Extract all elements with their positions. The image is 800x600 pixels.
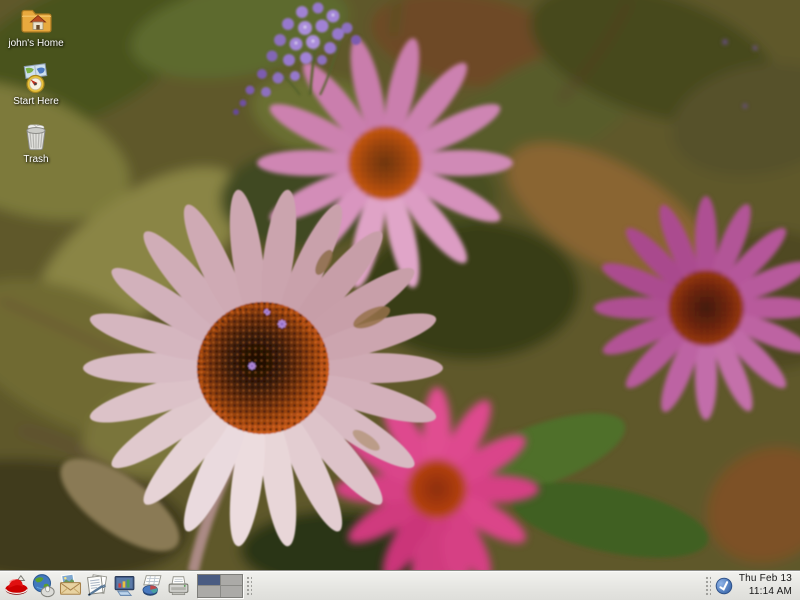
clock[interactable]: Thu Feb 13 11:14 AM — [739, 573, 797, 598]
workspace-4[interactable] — [221, 586, 243, 597]
printer-icon — [166, 573, 191, 598]
update-notifier-button[interactable] — [713, 575, 735, 597]
trash-icon — [19, 120, 53, 152]
home-folder-icon — [19, 4, 53, 36]
workspace-3[interactable] — [198, 586, 220, 597]
word-processor-launcher[interactable] — [84, 572, 111, 600]
red-hat-menu-icon — [4, 573, 29, 598]
print-manager-launcher[interactable] — [165, 572, 192, 600]
web-browser-icon — [31, 573, 56, 598]
desktop-icon-label: john's Home — [8, 38, 63, 49]
desktop-icon-list: john's Home Start Here — [4, 4, 68, 165]
bottom-panel: Thu Feb 13 11:14 AM — [0, 570, 800, 600]
presentation-icon — [112, 573, 137, 598]
presentation-launcher[interactable] — [111, 572, 138, 600]
email-launcher[interactable] — [57, 572, 84, 600]
desktop-icon-label: Start Here — [13, 96, 59, 107]
spreadsheet-launcher[interactable] — [138, 572, 165, 600]
clock-date: Thu Feb 13 — [739, 573, 792, 586]
desktop-icon-start-here[interactable]: Start Here — [13, 62, 59, 107]
word-processor-icon — [85, 573, 110, 598]
panel-drag-handle[interactable] — [245, 575, 252, 597]
workspace-switcher[interactable] — [197, 574, 243, 598]
email-icon — [58, 573, 83, 598]
desktop[interactable]: john's Home Start Here — [0, 0, 800, 600]
spreadsheet-icon — [139, 573, 164, 598]
main-menu-button[interactable] — [3, 572, 30, 600]
desktop-icon-label: Trash — [23, 154, 48, 165]
web-browser-launcher[interactable] — [30, 572, 57, 600]
panel-drag-handle[interactable] — [704, 575, 711, 597]
update-check-icon — [715, 577, 733, 595]
clock-time: 11:14 AM — [739, 586, 792, 599]
start-here-icon — [19, 62, 53, 94]
desktop-icon-home[interactable]: john's Home — [8, 4, 63, 49]
desktop-icon-trash[interactable]: Trash — [19, 120, 53, 165]
workspace-2[interactable] — [221, 575, 243, 586]
wallpaper-image — [0, 0, 800, 570]
workspace-1[interactable] — [198, 575, 220, 586]
